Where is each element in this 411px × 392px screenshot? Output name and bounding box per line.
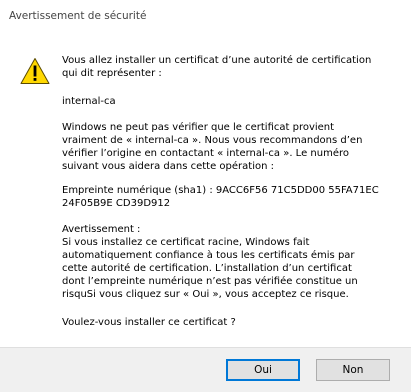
- warning-icon: [20, 58, 50, 84]
- warning-exclamation-bar: [33, 65, 37, 77]
- verify-text: Windows ne peut pas vérifier que le cert…: [62, 122, 363, 172]
- warning-body-tail: Si vous cliquez sur « Oui », vous accept…: [86, 289, 349, 300]
- thumbprint-text: Empreinte numérique (sha1) : 9ACC6F56 71…: [62, 185, 379, 209]
- window-title: Avertissement de sécurité: [9, 10, 147, 22]
- no-button[interactable]: Non: [316, 359, 390, 381]
- question-text: Voulez-vous installer ce certificat ?: [62, 317, 236, 328]
- ca-name: internal-ca: [62, 96, 116, 107]
- warning-heading: Avertissement :: [62, 224, 141, 235]
- warning-text: Si vous installez ce certificat racine, …: [62, 236, 402, 301]
- warning-exclamation-dot: [33, 78, 37, 81]
- security-warning-dialog: Avertissement de sécurité Vous allez ins…: [0, 0, 411, 392]
- title-bar: Avertissement de sécurité: [0, 0, 411, 30]
- yes-button[interactable]: Oui: [226, 359, 300, 381]
- button-bar: Oui Non: [0, 347, 411, 392]
- intro-text: Vous allez installer un certificat d’une…: [62, 55, 372, 79]
